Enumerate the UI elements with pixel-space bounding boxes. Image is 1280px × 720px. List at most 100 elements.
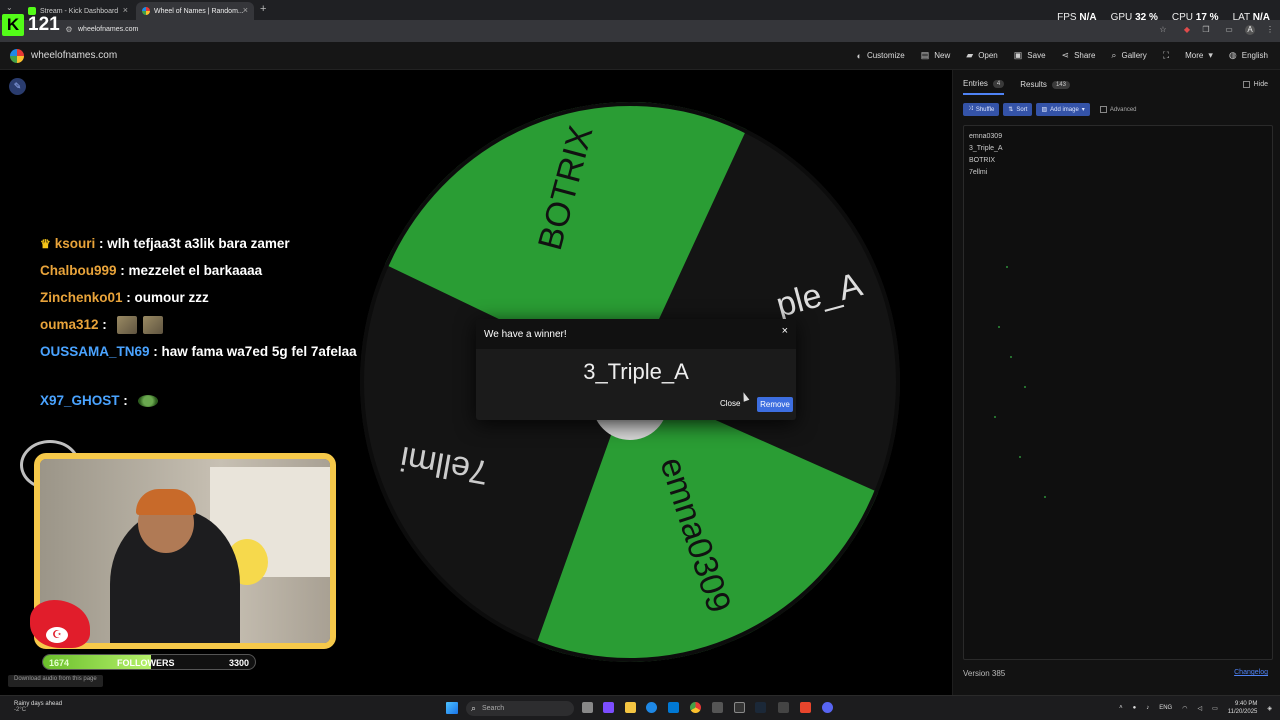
entry-item: 3_Triple_A: [969, 145, 1003, 152]
weather-widget[interactable]: Rainy days ahead -2°C: [14, 701, 62, 713]
share-button[interactable]: ⋖ Share: [1062, 50, 1096, 61]
site-title[interactable]: wheelofnames.com: [31, 50, 117, 61]
gpu-stat: GPU 32 %: [1110, 12, 1158, 23]
frog-emote-icon: [137, 395, 158, 408]
chat-message: Zinchenko01 : oumour zzz: [40, 290, 209, 305]
shuffle-button[interactable]: ⤨ Shuffle: [963, 103, 1000, 116]
bookmark-star-icon[interactable]: ☆: [1158, 25, 1168, 35]
system-tray: ˄ ● ♪ ENG ◠ ◁ ▭ 9:40 PM 11/20/2025 ◈: [1119, 700, 1272, 716]
language-button[interactable]: ◍ English: [1229, 50, 1268, 61]
close-icon[interactable]: ×: [782, 325, 788, 337]
search-icon: ⌕: [1111, 50, 1117, 60]
wheel-favicon-icon: [142, 7, 150, 15]
chevron-down-icon: ▾: [1081, 107, 1085, 113]
wheel-logo-icon[interactable]: [10, 49, 24, 63]
brave-icon[interactable]: [800, 702, 811, 713]
followers-goal: 3300: [228, 658, 249, 668]
volume-icon[interactable]: ◁: [1197, 705, 1202, 712]
remove-button[interactable]: Remove: [757, 397, 793, 412]
followers-goal-bar: 1674 FOLLOWERS 3300: [42, 654, 256, 670]
download-audio-tooltip[interactable]: Download audio from this page: [8, 675, 103, 687]
entry-item: BOTRIX: [969, 157, 996, 164]
changelog-link[interactable]: Changelog: [1234, 669, 1268, 676]
entry-item: emna0309: [969, 133, 1003, 140]
extension-icon[interactable]: ◆: [1182, 25, 1192, 35]
tray-app-icon[interactable]: ●: [1133, 705, 1137, 711]
tab-label: Wheel of Names | Random...: [154, 7, 244, 15]
clock[interactable]: 9:40 PM 11/20/2025: [1228, 700, 1258, 716]
more-menu-button[interactable]: More ▾: [1185, 50, 1213, 61]
open-button[interactable]: ▰ Open: [966, 50, 998, 61]
close-button[interactable]: Close: [720, 399, 740, 408]
cpu-stat: CPU 17 %: [1171, 12, 1219, 23]
share-icon: ⋖: [1061, 50, 1070, 60]
chat-overlay: ♛ ksouri : wlh tefjaa3t a3lik bara zamer …: [40, 234, 370, 418]
emote-icon: [116, 316, 137, 335]
fullscreen-button[interactable]: ⛶: [1163, 50, 1169, 61]
battery-icon[interactable]: ▭: [1212, 705, 1218, 712]
app-icon[interactable]: [603, 702, 614, 713]
weather-temp: -2°C: [14, 707, 27, 713]
image-icon: ▨: [1041, 107, 1048, 113]
chat-message: ouma312 :: [40, 315, 370, 342]
kick-viewer-badge: K 121: [2, 14, 60, 36]
chevron-up-icon[interactable]: ˄: [1119, 705, 1123, 711]
checkbox-icon: [1099, 106, 1107, 113]
panel-tabs: Entries 4 Results 143: [963, 79, 1070, 95]
language-indicator[interactable]: ENG: [1159, 705, 1172, 711]
confetti-speck: [994, 416, 996, 418]
file-icon: ▤: [920, 50, 930, 60]
sidebar-icon[interactable]: ▭: [1224, 25, 1234, 35]
url-field[interactable]: wheelofnames.com: [78, 26, 138, 33]
app-icon[interactable]: [778, 702, 789, 713]
results-count-badge: 143: [1051, 80, 1070, 89]
sort-button[interactable]: ⇅ Sort: [1003, 103, 1033, 116]
entries-textarea[interactable]: emna0309 3_Triple_A BOTRIX 7ellmi: [963, 125, 1273, 660]
close-tab-icon[interactable]: ×: [123, 5, 128, 15]
new-tab-button[interactable]: +: [260, 3, 266, 15]
crown-icon: ♛: [40, 237, 51, 251]
mail-icon[interactable]: [668, 702, 679, 713]
address-bar: ⚙ wheelofnames.com ☆ ◆ ❒ ▭ A ⋮: [0, 20, 1280, 42]
tab-wheel-of-names[interactable]: Wheel of Names | Random... ×: [136, 2, 254, 20]
confetti-speck: [1006, 266, 1008, 268]
steam-icon[interactable]: [755, 702, 766, 713]
discord-icon[interactable]: [822, 702, 833, 713]
add-image-button[interactable]: ▨ Add image ▾: [1036, 103, 1090, 116]
chrome-icon[interactable]: [690, 702, 701, 713]
close-tab-icon[interactable]: ×: [243, 5, 248, 15]
edit-pencil-icon[interactable]: ✎: [9, 78, 26, 95]
site-info-icon[interactable]: ⚙: [64, 25, 74, 35]
microphone-icon[interactable]: ♪: [1146, 705, 1149, 711]
wifi-icon[interactable]: ◠: [1182, 705, 1187, 712]
tab-results[interactable]: Results 143: [1020, 79, 1070, 95]
viewer-count: 121: [28, 14, 60, 35]
taskbar-search[interactable]: Search: [466, 701, 574, 716]
app-icon[interactable]: [712, 702, 723, 713]
confetti-speck: [1024, 386, 1026, 388]
save-button[interactable]: ▣ Save: [1014, 50, 1046, 61]
app-icon[interactable]: [734, 702, 745, 713]
hide-toggle[interactable]: Hide: [1242, 81, 1268, 88]
gallery-button[interactable]: ⌕ Gallery: [1111, 50, 1146, 61]
chat-message: X97_GHOST :: [40, 391, 370, 418]
chat-message: ♛ ksouri : wlh tefjaa3t a3lik bara zamer: [40, 236, 290, 251]
browser-menu-icon[interactable]: ⋮: [1265, 25, 1275, 35]
customize-button[interactable]: ◐ Customize: [857, 50, 905, 61]
edge-icon[interactable]: [646, 702, 657, 713]
winner-name: 3_Triple_A: [583, 359, 689, 384]
window-menu-icon[interactable]: ⌄: [6, 3, 13, 12]
confetti-speck: [1010, 356, 1012, 358]
extensions-puzzle-icon[interactable]: ❒: [1201, 25, 1211, 35]
advanced-toggle[interactable]: Advanced: [1099, 106, 1137, 113]
file-explorer-icon[interactable]: [625, 702, 636, 713]
task-view-icon[interactable]: [582, 702, 593, 713]
entries-count-badge: 4: [992, 79, 1005, 88]
new-button[interactable]: ▤ New: [921, 50, 951, 61]
profile-avatar-icon[interactable]: A: [1245, 25, 1255, 35]
notification-icon[interactable]: ◈: [1267, 705, 1272, 712]
sort-icon: ⇅: [1008, 107, 1014, 113]
windows-start-icon[interactable]: [446, 702, 458, 714]
tab-entries[interactable]: Entries 4: [963, 79, 1005, 95]
save-icon: ▣: [1013, 50, 1023, 60]
